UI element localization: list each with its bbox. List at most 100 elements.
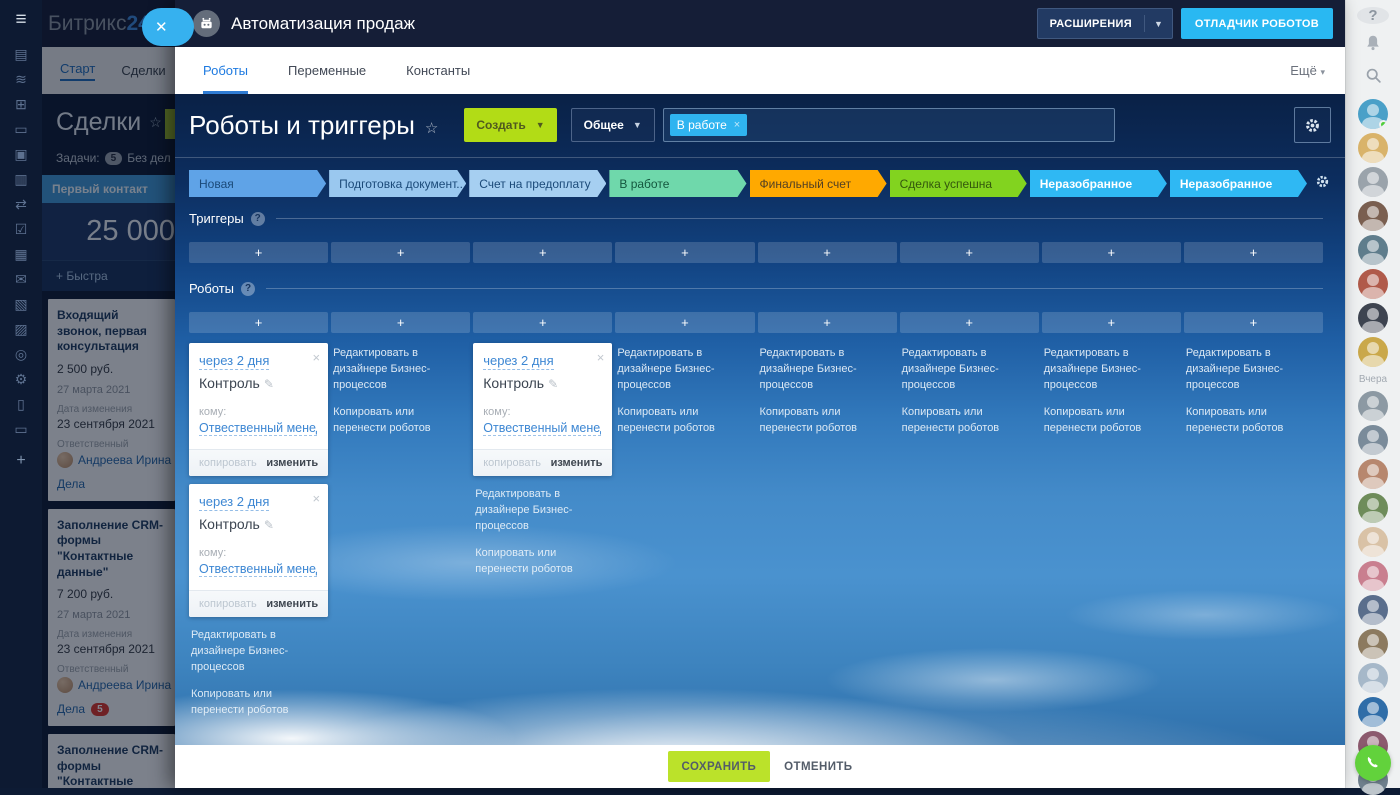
avatar[interactable] (1358, 459, 1388, 489)
tab-robots[interactable]: Роботы (203, 47, 248, 94)
search-icon[interactable] (1365, 67, 1382, 89)
stage-unsorted-1[interactable]: Неразобранное (1030, 170, 1167, 197)
robot-to-value-link[interactable]: Отвественный менед... (199, 562, 317, 577)
add-trigger-button[interactable]: + (473, 242, 612, 263)
more-circle-icon[interactable]: ◎ (12, 347, 30, 361)
filter-chip[interactable]: В работе × (670, 114, 747, 136)
avatar[interactable] (1358, 493, 1388, 523)
chevron-down-icon[interactable]: ▼ (1145, 19, 1172, 29)
stage-won[interactable]: Сделка успешна (890, 170, 1027, 197)
add-trigger-button[interactable]: + (189, 242, 328, 263)
tab-deals[interactable]: Сделки (121, 63, 165, 78)
avatar[interactable] (1358, 425, 1388, 455)
tasks-counter[interactable]: Задачи: 5 Без дел (42, 147, 175, 175)
help-button[interactable]: ? (1357, 7, 1389, 24)
add-trigger-button[interactable]: + (758, 242, 897, 263)
robot-delay-link[interactable]: через 2 дня (483, 353, 553, 370)
close-icon[interactable]: × (313, 350, 321, 365)
copy-button[interactable]: копировать (199, 598, 257, 610)
calendar-icon[interactable]: ▨ (12, 322, 30, 336)
mobile-icon[interactable]: ▯ (12, 397, 30, 411)
robot-card[interactable]: × через 2 дня Контроль✎ кому: Отвественн… (473, 343, 612, 476)
avatar[interactable] (1358, 337, 1388, 367)
copy-move-robots-link[interactable]: Копировать или перенести роботов (902, 405, 1029, 437)
extensions-button[interactable]: РАСШИРЕНИЯ ▼ (1037, 8, 1173, 39)
save-button[interactable]: СОХРАНИТЬ (668, 751, 771, 782)
sync-icon[interactable]: ⇄ (12, 197, 30, 211)
desktop-icon[interactable]: ▭ (12, 422, 30, 436)
robot-delay-link[interactable]: через 2 дня (199, 353, 269, 370)
add-robot-button[interactable]: + (1042, 312, 1181, 333)
tab-variables[interactable]: Переменные (288, 47, 366, 94)
cart-icon[interactable]: ▦ (12, 247, 30, 261)
copy-move-robots-link[interactable]: Копировать или перенести роботов (191, 687, 318, 719)
stage-prepayment[interactable]: Счет на предоплату (469, 170, 606, 197)
stage-unsorted-2[interactable]: Неразобранное (1170, 170, 1307, 197)
monitor-icon[interactable]: ▭ (12, 122, 30, 136)
phone-call-button[interactable] (1355, 745, 1391, 781)
avatar[interactable] (1358, 99, 1388, 129)
copy-move-robots-link[interactable]: Копировать или перенести роботов (1044, 405, 1171, 437)
add-trigger-button[interactable]: + (1184, 242, 1323, 263)
tab-start[interactable]: Старт (60, 61, 95, 81)
deal-card[interactable]: Заполнение CRM-формы "Контактные данные"… (48, 734, 175, 788)
robot-to-value-link[interactable]: Отвественный менед... (199, 421, 317, 436)
deal-card[interactable]: Входящий звонок, первая консультация 2 5… (48, 299, 175, 501)
help-icon[interactable]: ? (241, 282, 255, 296)
avatar[interactable] (1358, 663, 1388, 693)
close-icon[interactable]: × (734, 119, 740, 131)
add-robot-button[interactable]: + (615, 312, 754, 333)
stage-final-invoice[interactable]: Финальный счет (750, 170, 887, 197)
edit-in-designer-link[interactable]: Редактировать в дизайнере Бизнес-процесс… (191, 628, 318, 676)
deal-resp-name[interactable]: Андреева Ирина (78, 453, 171, 467)
add-robot-button[interactable]: + (331, 312, 470, 333)
copy-move-robots-link[interactable]: Копировать или перенести роботов (617, 405, 744, 437)
stage-docs[interactable]: Подготовка документ... (329, 170, 466, 197)
avatar[interactable] (1358, 629, 1388, 659)
avatar[interactable] (1358, 235, 1388, 265)
add-trigger-button[interactable]: + (900, 242, 1039, 263)
more-menu[interactable]: Ещё ▾ (1290, 63, 1325, 78)
tab-constants[interactable]: Константы (406, 47, 470, 94)
add-deal-button[interactable] (165, 109, 175, 139)
edit-in-designer-link[interactable]: Редактировать в дизайнере Бизнес-процесс… (1186, 346, 1313, 394)
edit-in-designer-link[interactable]: Редактировать в дизайнере Бизнес-процесс… (760, 346, 887, 394)
add-trigger-button[interactable]: + (1042, 242, 1181, 263)
kanban-stage-header[interactable]: Первый контакт (42, 175, 175, 203)
widgets-icon[interactable]: ⊞ (12, 97, 30, 111)
avatar[interactable] (1358, 303, 1388, 333)
tasks-icon[interactable]: ☑ (12, 222, 30, 236)
avatar[interactable] (1358, 595, 1388, 625)
edit-pencil-icon[interactable]: ✎ (548, 377, 558, 391)
add-icon[interactable]: + (12, 453, 30, 469)
edit-in-designer-link[interactable]: Редактировать в дизайнере Бизнес-процесс… (475, 487, 602, 535)
avatar[interactable] (1358, 527, 1388, 557)
filter-icon[interactable]: ≋ (12, 72, 30, 86)
add-robot-button[interactable]: + (1184, 312, 1323, 333)
edit-button[interactable]: изменить (266, 598, 318, 610)
close-icon[interactable]: ✕ (142, 8, 194, 46)
robot-card[interactable]: × через 2 дня Контроль✎ кому: Отвественн… (189, 343, 328, 476)
filter-dropdown[interactable]: Общее ▼ (571, 108, 655, 142)
close-icon[interactable]: × (313, 491, 321, 506)
avatar[interactable] (1358, 133, 1388, 163)
edit-in-designer-link[interactable]: Редактировать в дизайнере Бизнес-процесс… (902, 346, 1029, 394)
copy-move-robots-link[interactable]: Копировать или перенести роботов (760, 405, 887, 437)
cancel-button[interactable]: ОТМЕНИТЬ (784, 761, 852, 773)
add-robot-button[interactable]: + (189, 312, 328, 333)
deal-activity-link[interactable]: Дела (57, 477, 85, 491)
avatar[interactable] (1358, 201, 1388, 231)
help-icon[interactable]: ? (251, 212, 265, 226)
avatar[interactable] (1358, 561, 1388, 591)
add-robot-button[interactable]: + (900, 312, 1039, 333)
edit-button[interactable]: изменить (551, 457, 603, 469)
copy-move-robots-link[interactable]: Копировать или перенести роботов (333, 405, 460, 437)
add-robot-button[interactable]: + (758, 312, 897, 333)
notifications-bell-icon[interactable] (1364, 34, 1382, 57)
avatar[interactable] (1358, 167, 1388, 197)
menu-icon[interactable]: ≡ (15, 10, 26, 29)
settings-gear-icon[interactable]: ⚙ (12, 372, 30, 386)
view-settings-button[interactable] (1294, 107, 1331, 143)
stage-new[interactable]: Новая (189, 170, 326, 197)
chat-icon[interactable]: ▧ (12, 297, 30, 311)
